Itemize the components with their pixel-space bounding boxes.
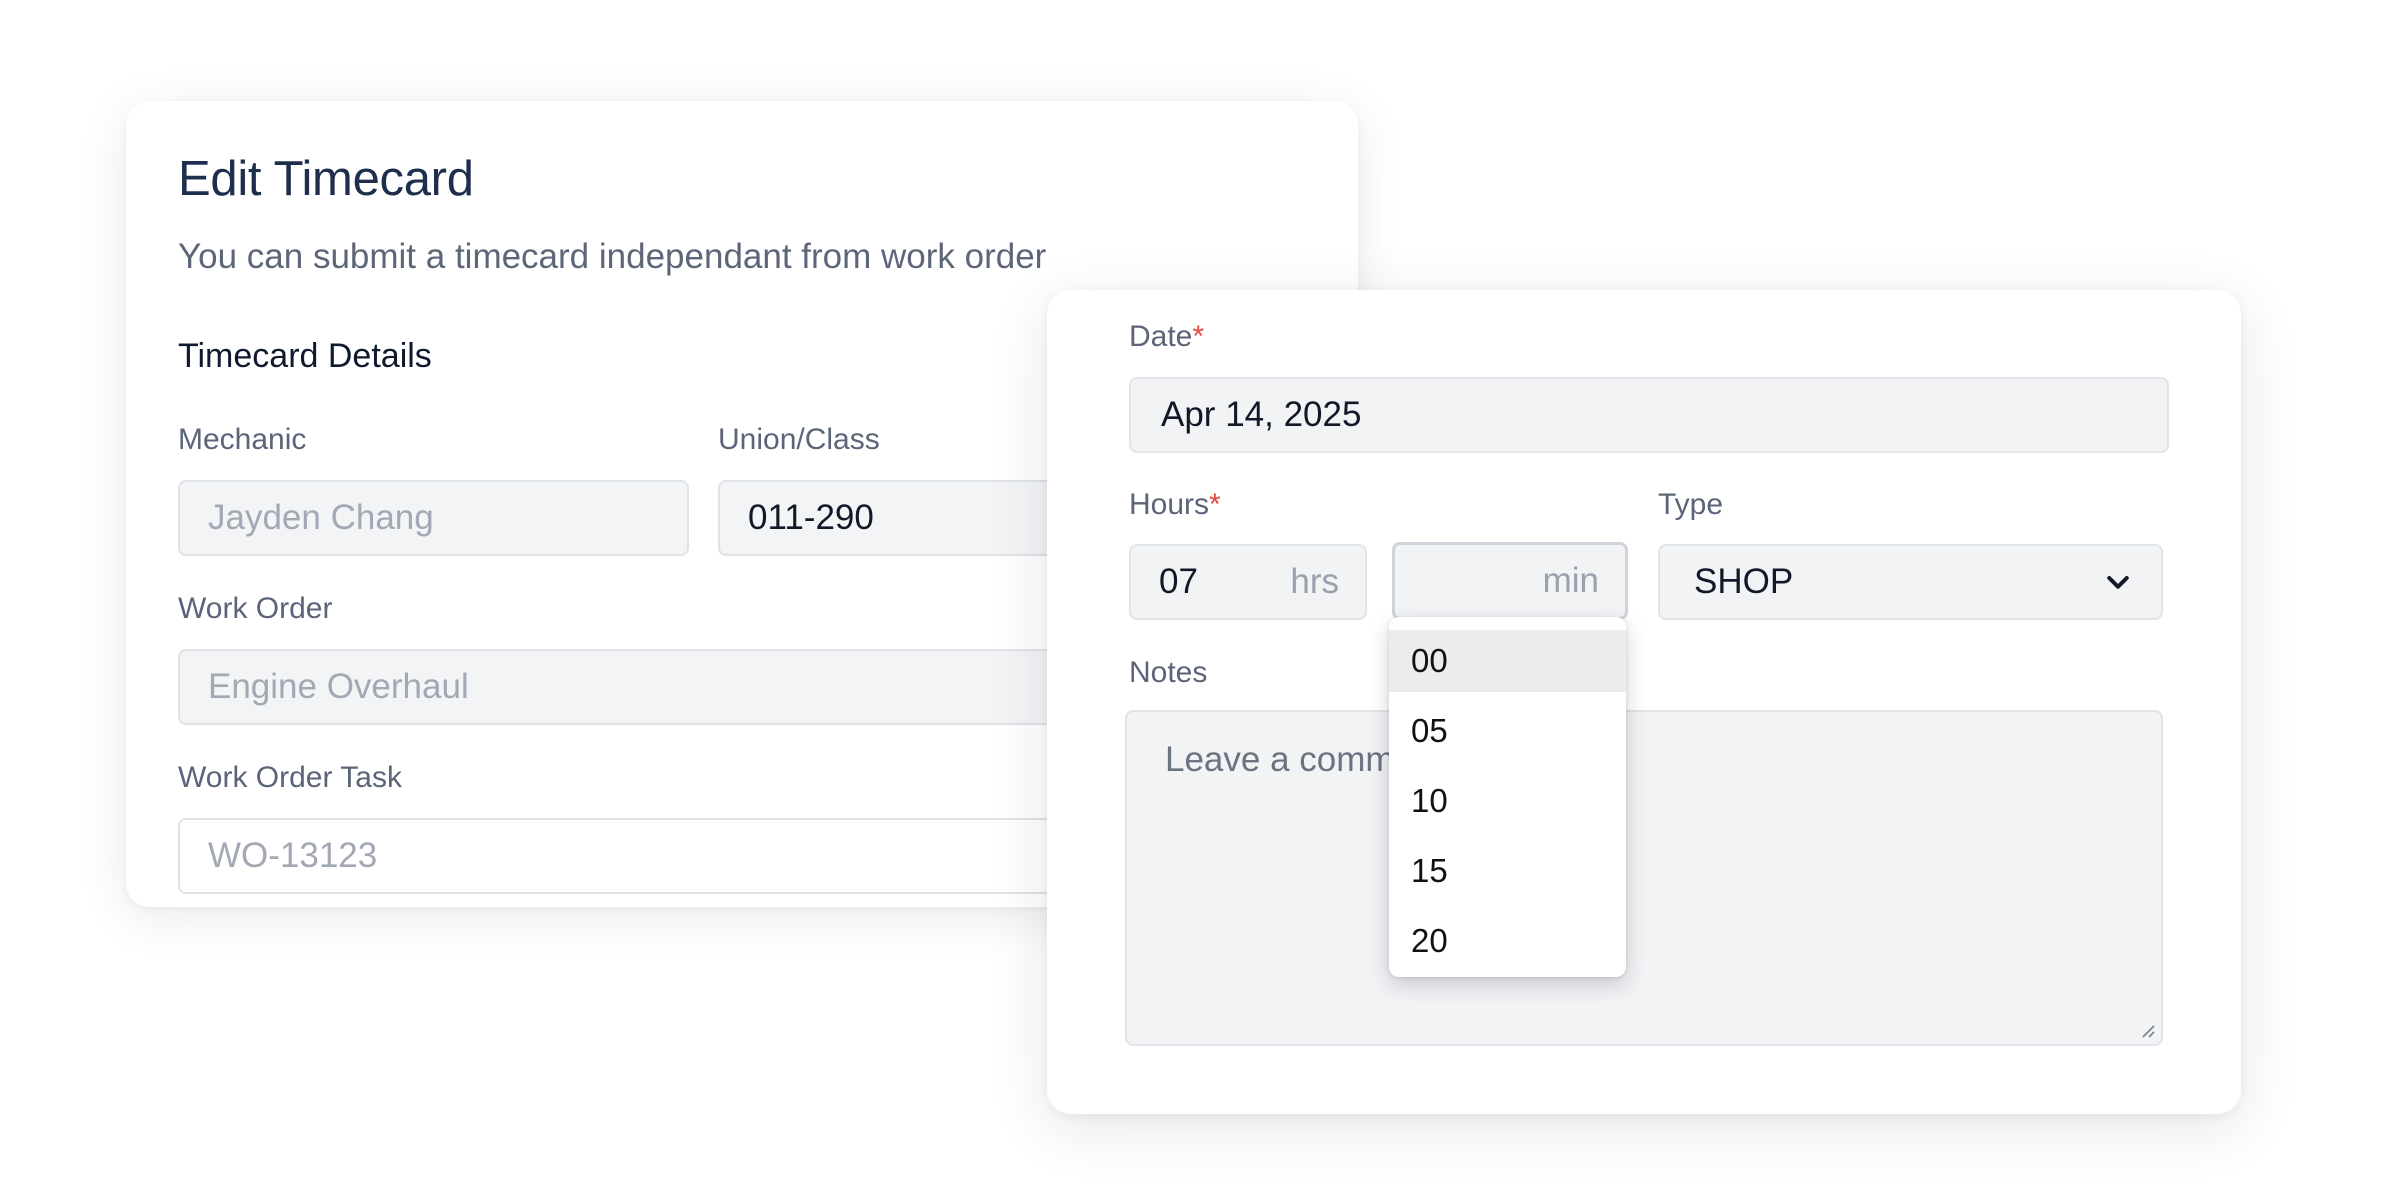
union-class-label: Union/Class: [718, 423, 880, 456]
resize-grip-icon[interactable]: [2139, 1022, 2155, 1038]
minutes-dropdown: 00 05 10 15 20: [1389, 617, 1626, 977]
work-order-label: Work Order: [178, 592, 333, 625]
work-order-placeholder: Engine Overhaul: [208, 667, 469, 706]
dropdown-option-20[interactable]: 20: [1389, 910, 1626, 972]
timecard-entry-card: Date* Apr 14, 2025 Hours* 07 hrs min Typ…: [1047, 290, 2241, 1114]
mechanic-field[interactable]: Jayden Chang: [178, 480, 689, 556]
section-title: Timecard Details: [178, 337, 432, 375]
notes-label: Notes: [1129, 656, 1208, 689]
type-value: SHOP: [1694, 562, 1794, 601]
union-class-value: 011-290: [748, 498, 874, 537]
mechanic-placeholder: Jayden Chang: [208, 498, 434, 537]
page-subtitle: You can submit a timecard independant fr…: [178, 237, 1047, 276]
date-value: Apr 14, 2025: [1161, 395, 1362, 434]
type-label: Type: [1658, 488, 1724, 521]
minutes-input[interactable]: min: [1392, 542, 1628, 620]
hours-input[interactable]: 07 hrs: [1129, 544, 1367, 620]
page-title: Edit Timecard: [178, 152, 474, 206]
dropdown-option-10[interactable]: 10: [1389, 770, 1626, 832]
work-order-task-placeholder: WO-13123: [208, 836, 378, 875]
hours-required-mark: *: [1209, 488, 1221, 521]
work-order-task-label: Work Order Task: [178, 761, 402, 794]
mechanic-label: Mechanic: [178, 423, 307, 456]
minutes-unit: min: [1542, 561, 1599, 600]
hours-value: 07: [1159, 562, 1198, 601]
dropdown-option-15[interactable]: 15: [1389, 840, 1626, 902]
dropdown-option-05[interactable]: 05: [1389, 700, 1626, 762]
chevron-down-icon: [2107, 576, 2129, 589]
date-field[interactable]: Apr 14, 2025: [1129, 377, 2169, 453]
date-required-mark: *: [1192, 320, 1205, 353]
date-label: Date*: [1129, 320, 1205, 353]
hours-label: Hours*: [1129, 488, 1221, 521]
notes-textarea[interactable]: Leave a comment: [1125, 710, 2163, 1046]
type-select[interactable]: SHOP: [1658, 544, 2163, 620]
dropdown-option-00[interactable]: 00: [1389, 630, 1626, 692]
hours-unit: hrs: [1290, 562, 1339, 601]
